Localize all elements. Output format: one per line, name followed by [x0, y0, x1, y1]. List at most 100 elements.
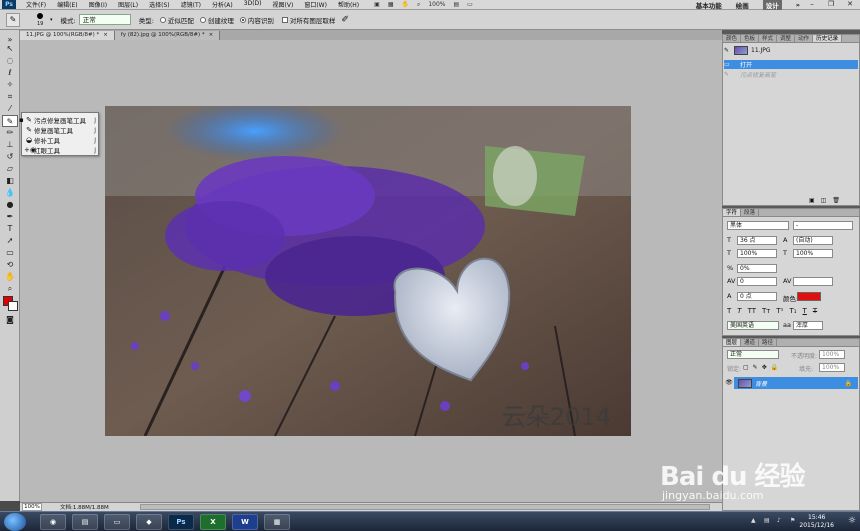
- brush-tool-icon[interactable]: ✏: [2, 127, 18, 139]
- lock-transparency-icon[interactable]: ▢: [743, 364, 749, 371]
- photoshop-icon[interactable]: Ps: [168, 514, 194, 530]
- pen-tool-icon[interactable]: ✒: [2, 211, 18, 223]
- network-icon[interactable]: ▤: [764, 517, 772, 525]
- restore-icon[interactable]: ❐: [823, 0, 839, 9]
- vertical-scale-field[interactable]: 100%: [737, 249, 777, 258]
- zoom-tool-icon[interactable]: ⌕: [2, 283, 18, 295]
- 3d-rotate-tool-icon[interactable]: ⟲: [2, 259, 18, 271]
- spreadsheet-icon[interactable]: ▤: [72, 514, 98, 530]
- baseline-field[interactable]: 0 点: [737, 292, 777, 301]
- kerning-field[interactable]: 0: [737, 277, 777, 286]
- menu-analysis[interactable]: 分析(A): [212, 0, 233, 9]
- new-doc-icon[interactable]: ▣: [809, 197, 815, 204]
- doc-tab-fy82[interactable]: fy (82).jpg @ 100%(RGB/8#) * ×: [114, 31, 221, 40]
- text-color-swatch[interactable]: [797, 292, 821, 301]
- spot-healing-tool-icon[interactable]: ✎: [2, 115, 18, 127]
- strikethrough-icon[interactable]: T: [813, 307, 817, 315]
- start-button[interactable]: [4, 513, 26, 531]
- leading-field[interactable]: (自动): [793, 236, 833, 245]
- folder-icon[interactable]: ▭: [104, 514, 130, 530]
- arrange-icon[interactable]: ▤: [454, 1, 460, 9]
- workspace-painting[interactable]: 绘画: [736, 0, 749, 10]
- close-icon[interactable]: ×: [209, 32, 214, 38]
- gradient-tool-icon[interactable]: ◧: [2, 175, 18, 187]
- word-icon[interactable]: W: [232, 514, 258, 530]
- history-brush-tool-icon[interactable]: ↺: [2, 151, 18, 163]
- tab-character[interactable]: 字符: [723, 209, 742, 216]
- clone-stamp-tool-icon[interactable]: ⊥: [2, 139, 18, 151]
- show-desktop-icon[interactable]: ☼: [848, 516, 856, 526]
- flyout-spot-healing-brush[interactable]: ▪ ✎ 污点修复画笔工具 J: [19, 115, 98, 125]
- path-select-tool-icon[interactable]: ➚: [2, 235, 18, 247]
- lock-position-icon[interactable]: ✥: [762, 364, 767, 371]
- flyout-healing-brush[interactable]: ✎ 修复画笔工具 J: [24, 125, 98, 135]
- font-style-select[interactable]: -: [793, 221, 853, 230]
- tab-paragraph[interactable]: 段落: [741, 209, 760, 216]
- trash-icon[interactable]: 🗑: [832, 197, 840, 204]
- eye-icon[interactable]: 👁: [724, 377, 734, 389]
- bridge-icon[interactable]: ▣: [374, 1, 380, 9]
- background-color-swatch[interactable]: [8, 301, 18, 311]
- excel-icon[interactable]: X: [200, 514, 226, 530]
- menu-image[interactable]: 图像(I): [89, 0, 107, 9]
- history-state-open[interactable]: ▭ 打开: [724, 60, 858, 69]
- tab-swatches[interactable]: 色板: [741, 35, 760, 42]
- dodge-tool-icon[interactable]: ●: [2, 199, 18, 211]
- tracking-pct-field[interactable]: 0%: [737, 264, 777, 273]
- eraser-tool-icon[interactable]: ▱: [2, 163, 18, 175]
- language-select[interactable]: 美国英语: [727, 321, 779, 330]
- tab-styles[interactable]: 样式: [759, 35, 778, 42]
- tray-chevron-icon[interactable]: ▲: [751, 517, 759, 525]
- hand-tool-icon[interactable]: ✋: [2, 271, 18, 283]
- healing-brush-icon[interactable]: ✎: [6, 12, 20, 27]
- marquee-tool-icon[interactable]: ◌: [2, 55, 18, 67]
- quick-mask-icon[interactable]: ◙: [2, 314, 18, 326]
- menu-filter[interactable]: 滤镜(T): [181, 0, 201, 9]
- horizontal-scale-field[interactable]: 100%: [793, 249, 833, 258]
- menu-file[interactable]: 文件(F): [26, 0, 46, 9]
- brush-dropdown-icon[interactable]: ▾: [50, 17, 53, 23]
- blend-mode-select[interactable]: 正常: [727, 350, 779, 359]
- hand-icon[interactable]: ✋: [401, 1, 408, 9]
- workspace-more-icon[interactable]: »: [796, 1, 800, 9]
- antialias-select[interactable]: 浑厚: [793, 321, 823, 330]
- pressure-icon[interactable]: ✐: [341, 15, 349, 25]
- faux-italic-icon[interactable]: T: [737, 307, 741, 315]
- layer-row-background[interactable]: 👁 背景 🔒: [724, 377, 858, 389]
- fill-field[interactable]: 100%: [819, 363, 845, 372]
- type-texture-radio[interactable]: 创建纹理: [199, 15, 234, 25]
- close-icon[interactable]: ×: [103, 32, 108, 38]
- lasso-tool-icon[interactable]: ℓ: [2, 67, 18, 79]
- clock[interactable]: 15:46 2015/12/16: [799, 514, 834, 530]
- brush-preset-picker[interactable]: 19: [32, 12, 48, 28]
- flyout-patch-tool[interactable]: ◒ 修补工具 J: [24, 135, 98, 145]
- mode-select[interactable]: 正常: [78, 14, 131, 25]
- doc-tab-11jpg[interactable]: 11.JPG @ 100%(RGB/8#) * ×: [20, 31, 115, 40]
- volume-icon[interactable]: ♪: [777, 517, 785, 525]
- history-state-healing[interactable]: ✎ 污点修复画笔: [724, 70, 858, 79]
- superscript-icon[interactable]: T¹: [776, 307, 783, 315]
- doc-info[interactable]: 文档:1.88M/1.88M: [60, 503, 109, 511]
- all-caps-icon[interactable]: TT: [748, 307, 756, 315]
- close-icon[interactable]: ✕: [842, 0, 858, 9]
- crop-tool-icon[interactable]: ⌗: [2, 91, 18, 103]
- inkscape-icon[interactable]: ◆: [136, 514, 162, 530]
- menu-3d[interactable]: 3D(D): [244, 0, 262, 9]
- faux-bold-icon[interactable]: T: [727, 307, 731, 315]
- zoom-icon[interactable]: ⌕: [417, 1, 420, 9]
- tab-actions[interactable]: 动作: [795, 35, 814, 42]
- move-tool-icon[interactable]: ↖: [2, 43, 18, 55]
- menu-help[interactable]: 帮助(H): [338, 0, 359, 9]
- type-tool-icon[interactable]: T: [2, 223, 18, 235]
- workspace-essentials[interactable]: 基本功能: [696, 0, 722, 10]
- opacity-field[interactable]: 100%: [819, 350, 845, 359]
- tab-layers[interactable]: 图层: [723, 339, 742, 346]
- workspace-design[interactable]: 设计: [762, 0, 782, 10]
- screen-mode-icon[interactable]: ▭: [467, 1, 473, 9]
- type-content-aware-radio[interactable]: 内容识别: [239, 15, 274, 25]
- viewer-icon[interactable]: ▦: [264, 514, 290, 530]
- flag-icon[interactable]: ⚑: [790, 517, 798, 525]
- tab-color[interactable]: 颜色: [723, 35, 742, 42]
- horizontal-scrollbar[interactable]: [140, 504, 710, 510]
- small-caps-icon[interactable]: Tт: [762, 307, 770, 315]
